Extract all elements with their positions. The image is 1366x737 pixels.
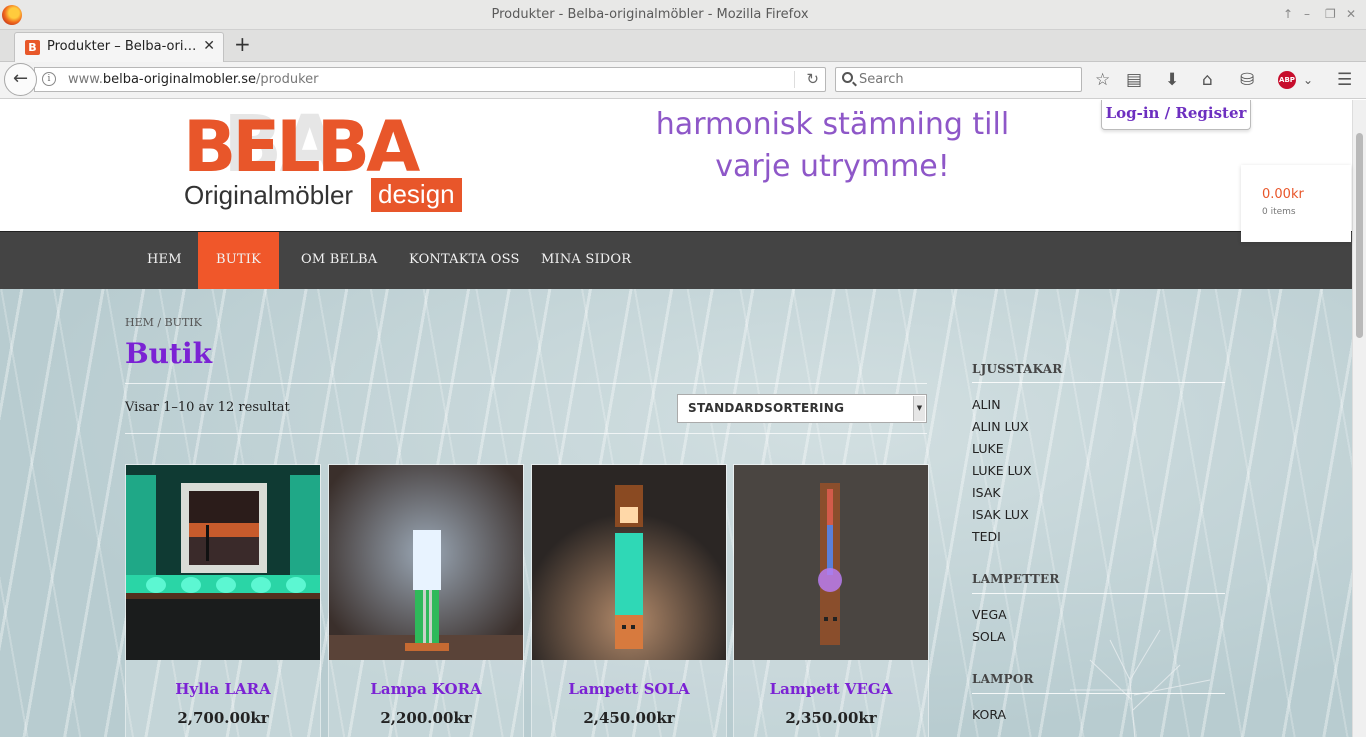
logo-design-badge: design — [371, 178, 462, 212]
search-input[interactable] — [835, 67, 1082, 92]
url-bar[interactable]: i www.belba-originalmobler.se/produker ↻ — [34, 67, 826, 92]
breadcrumb[interactable]: HEM / BUTIK — [125, 316, 202, 329]
product-name[interactable]: Lampa KORA — [329, 680, 523, 698]
product-image[interactable] — [126, 465, 320, 660]
result-count: Visar 1–10 av 12 resultat — [125, 400, 290, 415]
url-separator — [794, 71, 795, 88]
sidebar-section-title: LAMPOR — [972, 672, 1034, 686]
chevron-down-icon[interactable]: ⌄ — [1303, 70, 1313, 90]
toolbar-divider — [125, 433, 927, 434]
window-close-icon[interactable]: ✕ — [1346, 7, 1356, 21]
product-price: 2,350.00kr — [785, 709, 877, 727]
tab-label: Produkter – Belba-ori… — [47, 39, 197, 54]
cart-widget[interactable]: 0.00kr 0 items — [1241, 165, 1351, 242]
new-tab-icon[interactable]: + — [234, 34, 251, 54]
logo-wordmark: BELBA — [183, 106, 420, 188]
page-viewport: BA BELBA Originalmöbler design harmonisk… — [0, 100, 1366, 737]
tab-produkter[interactable]: B Produkter – Belba-ori… ✕ — [14, 32, 224, 62]
login-register-link[interactable]: Log-in / Register — [1101, 100, 1251, 130]
window-title: Produkter - Belba-originalmöbler - Mozil… — [491, 7, 809, 22]
nav-item-mina-sidor[interactable]: MINA SIDOR — [519, 232, 653, 290]
product-price: 2,700.00kr — [177, 709, 269, 727]
sidebar-item-sola[interactable]: SOLA — [972, 629, 1006, 644]
scrollbar-thumb[interactable] — [1356, 133, 1363, 338]
bookmark-star-icon[interactable]: ☆ — [1095, 70, 1110, 90]
reading-list-icon[interactable]: ▤ — [1126, 70, 1142, 90]
logo-subtitle: Originalmöbler — [184, 180, 354, 210]
product-card[interactable]: Hylla LARA 2,700.00kr — [125, 464, 321, 737]
minimize-icon[interactable]: – — [1304, 7, 1310, 21]
sidebar-item-alin[interactable]: ALIN — [972, 397, 1001, 412]
browser-toolbar: i www.belba-originalmobler.se/produker ↻… — [0, 62, 1366, 99]
product-image[interactable] — [734, 465, 928, 660]
tagline: harmonisk stämning till varje utrymme! — [655, 107, 1010, 184]
site-favicon-icon: B — [25, 40, 40, 55]
menu-icon[interactable]: ☰ — [1337, 70, 1352, 90]
info-icon[interactable]: i — [42, 72, 56, 86]
back-arrow-icon[interactable]: ← — [4, 63, 37, 96]
tab-strip: B Produkter – Belba-ori… ✕ — [0, 30, 1366, 62]
product-name[interactable]: Lampett VEGA — [734, 680, 928, 698]
search-field[interactable] — [859, 70, 1074, 89]
product-card[interactable]: Lampett VEGA 2,350.00kr — [733, 464, 929, 737]
adblock-icon[interactable]: ABP — [1278, 71, 1296, 89]
download-icon[interactable]: ⬇ — [1165, 70, 1179, 90]
search-icon — [842, 72, 853, 83]
reload-icon[interactable]: ↻ — [806, 70, 819, 88]
product-image[interactable] — [329, 465, 523, 660]
product-price: 2,450.00kr — [583, 709, 675, 727]
sidebar-section-title: LJUSSTAKAR — [972, 362, 1063, 376]
sidebar-item-kora[interactable]: KORA — [972, 707, 1006, 722]
sort-selected-value: STANDARDSORTERING — [688, 401, 845, 415]
sidebar-item-isak-lux[interactable]: ISAK LUX — [972, 507, 1029, 522]
product-card[interactable]: Lampa KORA 2,200.00kr — [328, 464, 524, 737]
sidebar-item-tedi[interactable]: TEDI — [972, 529, 1001, 544]
cart-item-count: 0 items — [1262, 207, 1296, 217]
restore-icon[interactable]: ❐ — [1325, 7, 1336, 21]
main-navigation: HEM BUTIK OM BELBA KONTAKTA OSS MINA SID… — [0, 231, 1352, 290]
window-titlebar: Produkter - Belba-originalmöbler - Mozil… — [0, 0, 1366, 30]
sidebar-item-alin-lux[interactable]: ALIN LUX — [972, 419, 1029, 434]
product-name[interactable]: Hylla LARA — [126, 680, 320, 698]
belba-logo[interactable]: BA BELBA Originalmöbler design — [183, 100, 475, 215]
sidebar-item-vega[interactable]: VEGA — [972, 607, 1007, 622]
product-image[interactable] — [532, 465, 726, 660]
sidebar-divider — [972, 693, 1225, 694]
chevron-down-icon: ▼ — [913, 396, 925, 421]
sidebar-divider — [972, 382, 1225, 383]
sidebar-item-luke-lux[interactable]: LUKE LUX — [972, 463, 1032, 478]
product-card[interactable]: Lampett SOLA 2,450.00kr — [531, 464, 727, 737]
nav-item-om-belba[interactable]: OM BELBA — [279, 232, 399, 290]
sidebar-section-title: LAMPETTER — [972, 572, 1060, 586]
tab-close-icon[interactable]: ✕ — [203, 38, 215, 54]
home-icon[interactable]: ⌂ — [1202, 70, 1213, 90]
sort-select[interactable]: STANDARDSORTERING ▼ — [677, 394, 927, 423]
window-up-icon[interactable]: ↑ — [1283, 7, 1293, 21]
sidebar-divider — [972, 593, 1225, 594]
cart-amount: 0.00kr — [1262, 187, 1304, 202]
site-header: BA BELBA Originalmöbler design harmonisk… — [0, 100, 1352, 231]
page-title: Butik — [125, 337, 212, 370]
sidebar-item-luke[interactable]: LUKE — [972, 441, 1004, 456]
decorative-branch-image — [1070, 629, 1211, 737]
sidebar-item-isak[interactable]: ISAK — [972, 485, 1001, 500]
pocket-icon[interactable]: ⛁ — [1240, 70, 1254, 90]
product-price: 2,200.00kr — [380, 709, 472, 727]
url-text[interactable]: www.belba-originalmobler.se/produker — [68, 72, 319, 87]
nav-item-butik[interactable]: BUTIK — [198, 232, 279, 290]
product-name[interactable]: Lampett SOLA — [532, 680, 726, 698]
nav-item-hem[interactable]: HEM — [125, 232, 204, 290]
title-divider — [125, 383, 927, 384]
